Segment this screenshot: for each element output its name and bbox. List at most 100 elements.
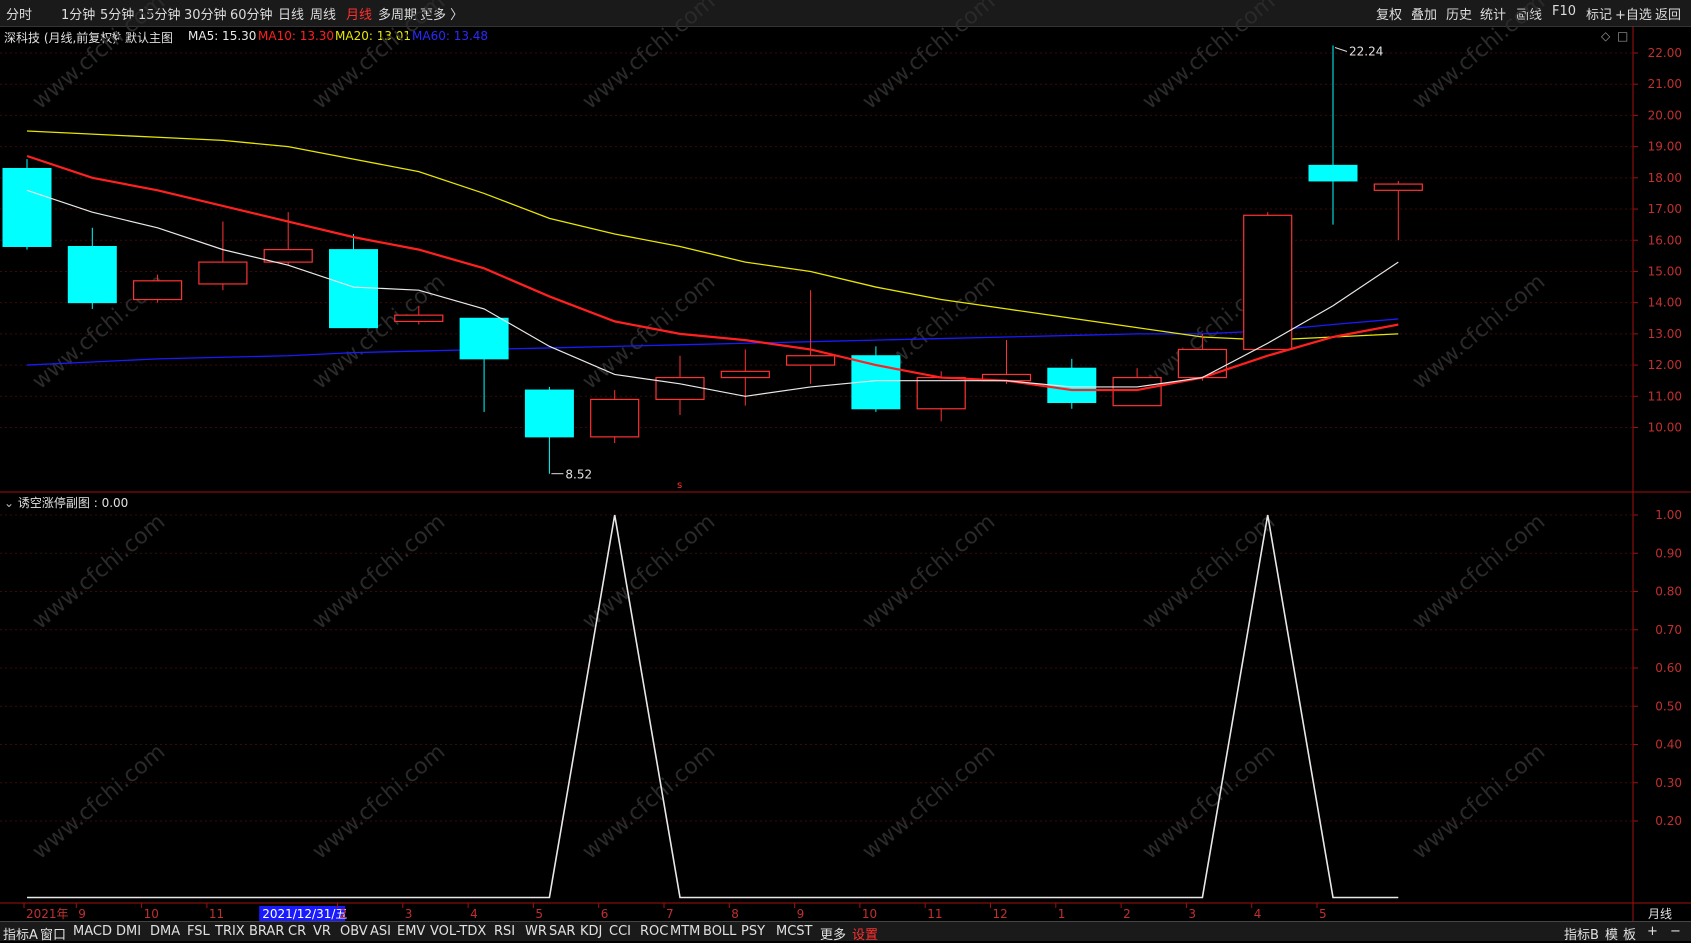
chart-area[interactable]: www.cfchi.com www.cfchi.com www.cfchi.com w… xyxy=(0,0,1691,921)
indicator-tab-23[interactable]: MCST xyxy=(776,924,813,939)
collapse-icon[interactable]: ⌄ xyxy=(4,496,14,510)
watermark-text: www.cfchi.com xyxy=(1408,509,1550,634)
xaxis-label: 10 xyxy=(144,907,159,921)
indicator-tab-3[interactable]: DMI xyxy=(116,924,141,939)
candle-body-down xyxy=(524,389,574,438)
watermark-text: www.cfchi.com xyxy=(1138,509,1280,634)
sub-chart-title: 诱空涨停副图 : 0.00 xyxy=(17,496,129,510)
xaxis-date-label: 2021/12/31/五 xyxy=(262,907,347,921)
sub-ytick-label: 0.60 xyxy=(1655,661,1682,675)
candle-body-up xyxy=(198,261,248,285)
indicator-tab-6[interactable]: TRIX xyxy=(215,924,245,939)
indicator-tab-19[interactable]: ROC xyxy=(640,924,668,939)
sub-ytick-label: 0.50 xyxy=(1655,699,1682,713)
candle-body-up xyxy=(1112,376,1162,407)
sub-ytick-label: 1.00 xyxy=(1655,508,1682,522)
xaxis-label: 2 xyxy=(1123,907,1131,921)
main-ytick-label: 20.00 xyxy=(1648,108,1682,122)
indicator-tab-4[interactable]: DMA xyxy=(150,924,180,939)
indicator-tab-13[interactable]: VOL-TDX xyxy=(430,924,486,939)
xaxis-label: 7 xyxy=(666,907,674,921)
candle-body-up xyxy=(1243,214,1293,351)
sub-ytick-label: 0.30 xyxy=(1655,776,1682,790)
indicator-tab-14[interactable]: RSI xyxy=(494,924,515,939)
watermark-text: www.cfchi.com xyxy=(578,0,720,115)
candle-body-down xyxy=(1308,164,1358,182)
main-ytick-label: 22.00 xyxy=(1648,46,1682,60)
sub-ytick-label: 0.80 xyxy=(1655,585,1682,599)
indicator-tab-0[interactable]: 指标A xyxy=(3,924,38,943)
xaxis-label: 9 xyxy=(797,907,805,921)
indicator-tab-8[interactable]: CR xyxy=(288,924,306,939)
sub-ytick-label: 0.20 xyxy=(1655,814,1682,828)
xaxis-label: 5 xyxy=(1319,907,1327,921)
indicator-tab-18[interactable]: CCI xyxy=(609,924,631,939)
indicator-tab-22[interactable]: PSY xyxy=(741,924,765,939)
main-ytick-label: 19.00 xyxy=(1648,140,1682,154)
indicator-b-tab-0[interactable]: 指标B xyxy=(1564,924,1599,943)
main-ytick-label: 10.00 xyxy=(1648,421,1682,435)
indicator-tab-16[interactable]: SAR xyxy=(549,924,575,939)
indicator-tab-9[interactable]: VR xyxy=(313,924,331,939)
xaxis-label: 11 xyxy=(209,907,224,921)
indicator-tab-5[interactable]: FSL xyxy=(187,924,210,939)
candle-body-up xyxy=(1177,348,1228,379)
watermark-text: www.cfchi.com xyxy=(578,509,720,634)
indicator-tab-7[interactable]: BRAR xyxy=(249,924,284,939)
xaxis-label: 4 xyxy=(1254,907,1262,921)
indicator-tab-11[interactable]: ASI xyxy=(370,924,391,939)
watermark-text: www.cfchi.com xyxy=(28,509,170,634)
high-pointer xyxy=(1334,47,1348,52)
xaxis-label: 2021年 xyxy=(26,907,69,921)
indicator-tab-15[interactable]: WR xyxy=(525,924,547,939)
watermark-text: www.cfchi.com xyxy=(308,739,450,864)
indicator-tab-25[interactable]: 设置 xyxy=(852,924,878,943)
watermark-text: www.cfchi.com xyxy=(1408,0,1550,115)
xaxis-label: 9 xyxy=(78,907,86,921)
indicator-tab-12[interactable]: EMV xyxy=(397,924,425,939)
indicator-tab-17[interactable]: KDJ xyxy=(580,924,602,939)
watermark-text: www.cfchi.com xyxy=(1408,739,1550,864)
main-ytick-label: 16.00 xyxy=(1648,233,1682,247)
candle-body-down xyxy=(329,249,378,329)
watermark-text: www.cfchi.com xyxy=(308,0,450,115)
indicator-b-tab-1[interactable]: 模 xyxy=(1605,924,1618,943)
candle-body-up xyxy=(1373,183,1423,191)
watermark-text: www.cfchi.com xyxy=(1138,739,1280,864)
indicator-b-tab-4[interactable]: − xyxy=(1670,924,1681,939)
indicator-tab-20[interactable]: MTM xyxy=(670,924,700,939)
indicator-tab-10[interactable]: OBV xyxy=(340,924,368,939)
indicator-tab-1[interactable]: 窗口 xyxy=(40,924,66,943)
main-ytick-label: 11.00 xyxy=(1648,389,1682,403)
low-label: 8.52 xyxy=(565,468,592,482)
watermark-text: www.cfchi.com xyxy=(28,0,170,115)
sub-ytick-label: 0.70 xyxy=(1655,623,1682,637)
sub-chart-info: ⌄ 诱空涨停副图 : 0.00 xyxy=(4,494,128,511)
high-label: 22.24 xyxy=(1349,45,1383,59)
main-ytick-label: 17.00 xyxy=(1648,202,1682,216)
indicator-tab-2[interactable]: MACD xyxy=(73,924,112,939)
ma20-line xyxy=(26,130,1399,341)
indicator-tab-24[interactable]: 更多 xyxy=(820,924,846,943)
candle-body-up xyxy=(590,398,640,438)
watermark-text: www.cfchi.com xyxy=(858,509,1000,634)
watermark-text: www.cfchi.com xyxy=(578,269,720,394)
watermark-text: www.cfchi.com xyxy=(28,739,170,864)
signal-marker: s xyxy=(677,480,682,491)
indicator-b-tab-2[interactable]: 板 xyxy=(1623,924,1636,943)
watermark-text: www.cfchi.com xyxy=(308,509,450,634)
xaxis-label: 11 xyxy=(927,907,942,921)
candle-body-up xyxy=(785,355,836,366)
period-label: 月线 xyxy=(1648,907,1672,921)
main-ytick-label: 15.00 xyxy=(1648,264,1682,278)
candle-body-up xyxy=(263,249,313,263)
sub-ytick-label: 0.40 xyxy=(1655,738,1682,752)
candle-body-down xyxy=(67,245,117,304)
indicator-tab-21[interactable]: BOLL xyxy=(703,924,736,939)
main-ytick-label: 14.00 xyxy=(1648,296,1682,310)
xaxis-label: 4 xyxy=(470,907,478,921)
indicator-b-tab-3[interactable]: + xyxy=(1647,924,1658,939)
sub-ytick-label: 0.90 xyxy=(1655,546,1682,560)
watermark-text: www.cfchi.com xyxy=(1408,269,1550,394)
main-ytick-label: 18.00 xyxy=(1648,171,1682,185)
